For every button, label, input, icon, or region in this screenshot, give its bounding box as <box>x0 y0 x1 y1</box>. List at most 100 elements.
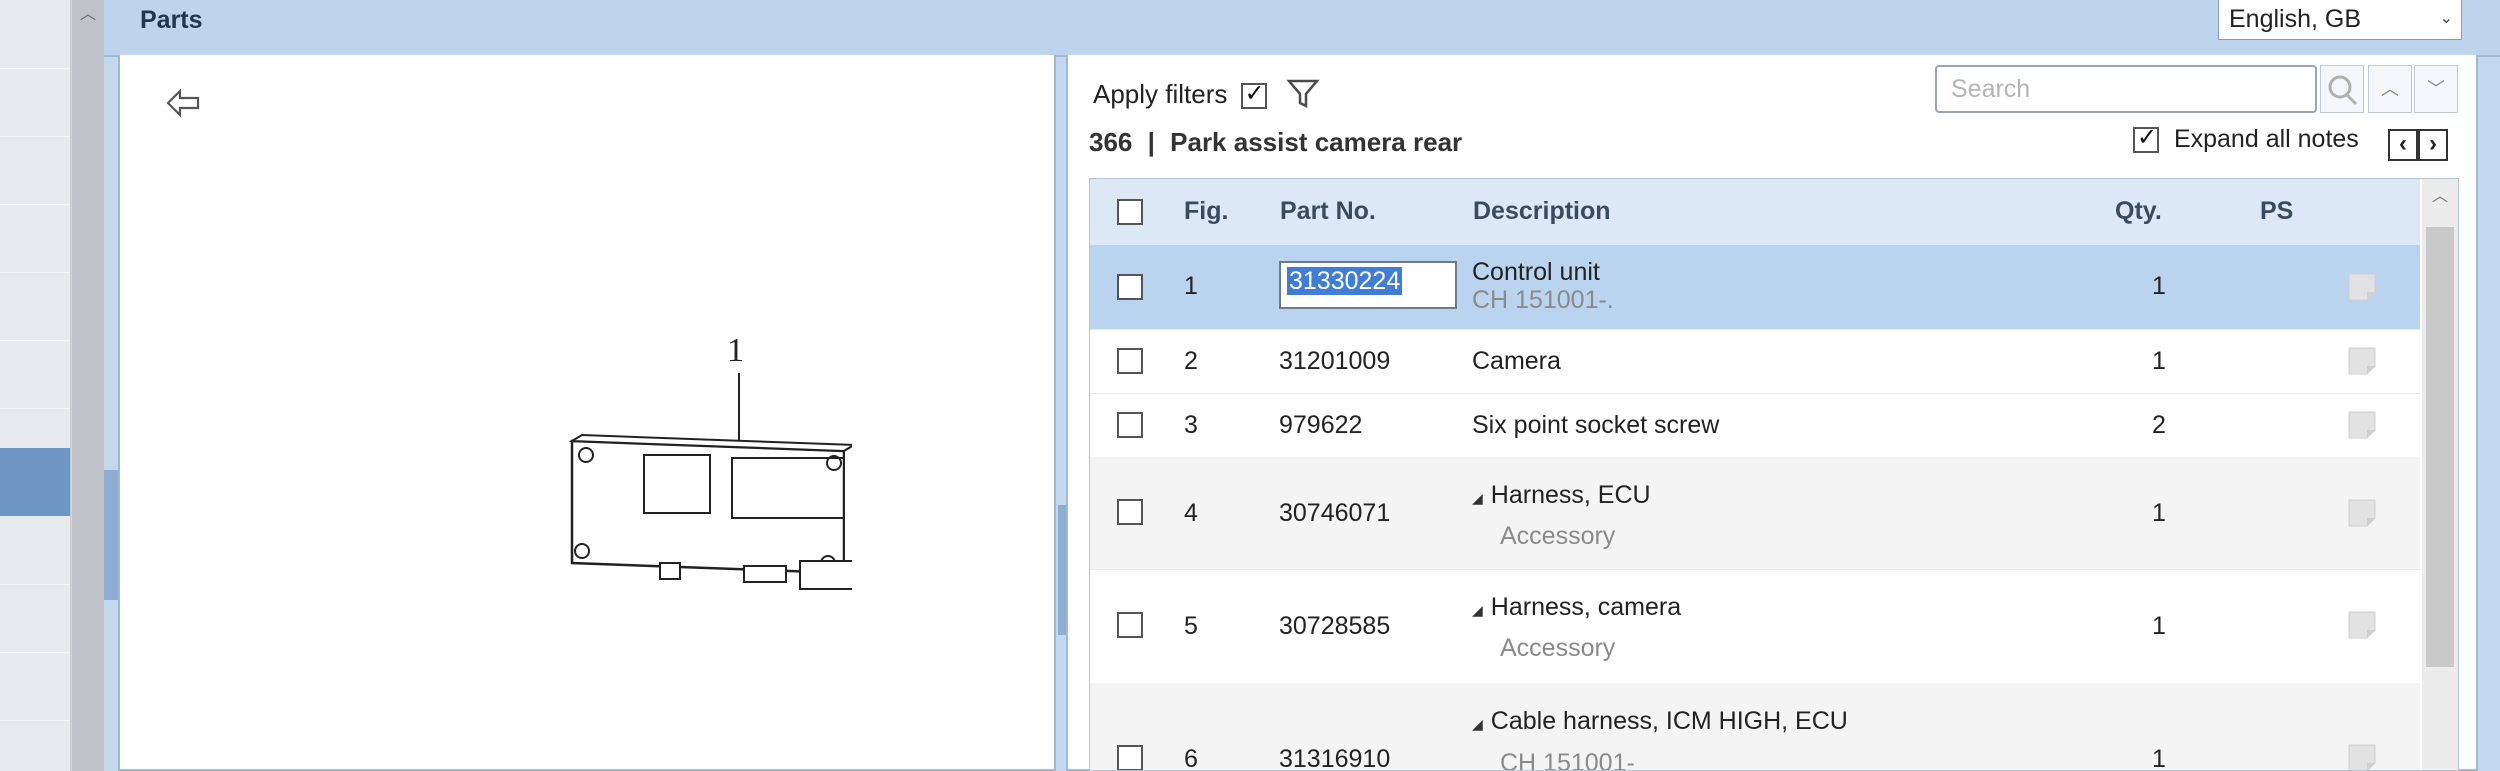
row-checkbox[interactable] <box>1117 612 1143 638</box>
expand-notes-toggle[interactable]: Expand all notes <box>2133 123 2359 154</box>
row-checkbox[interactable] <box>1117 745 1143 770</box>
row-qty: 1 <box>2152 272 2166 300</box>
section-number: 366 <box>1089 127 1133 157</box>
partno-value: 31330224 <box>1287 267 1403 295</box>
row-description: Harness, ECU <box>1490 481 1651 509</box>
search-previous-button[interactable]: ︿ <box>2368 65 2412 113</box>
part-illustration[interactable]: 1 <box>482 273 861 613</box>
search-next-button[interactable]: ﹀ <box>2414 65 2458 113</box>
table-row[interactable]: 6 31316910 ◢ Cable harness, ICM HIGH, ECU… <box>1090 683 2420 771</box>
row-note: CH 151001-. <box>1472 286 1614 314</box>
note-icon[interactable] <box>2347 410 2377 440</box>
section-heading: 366 | Park assist camera rear <box>1089 127 1462 158</box>
chevron-down-icon: ⌄ <box>2439 10 2453 27</box>
row-description-wrap: ◢ Harness, camera <box>1472 593 1681 622</box>
row-qty: 1 <box>2152 499 2166 527</box>
previous-section-button[interactable]: ‹ <box>2388 129 2418 161</box>
table-row[interactable]: 5 30728585 ◢ Harness, camera Accessory 1 <box>1090 569 2420 684</box>
apply-filters-checkbox[interactable] <box>1240 79 1267 110</box>
search-button[interactable] <box>2320 65 2364 113</box>
nav-item[interactable] <box>0 0 70 69</box>
nav-item[interactable] <box>0 584 70 653</box>
table-scrollbar[interactable]: ︿ <box>2422 179 2458 770</box>
row-fig: 3 <box>1184 411 1198 439</box>
expand-triangle-icon[interactable]: ◢ <box>1472 716 1483 732</box>
back-button[interactable] <box>164 83 204 123</box>
nav-item[interactable] <box>0 272 70 341</box>
apply-filters-toggle[interactable]: Apply filters <box>1093 79 1267 110</box>
col-description[interactable]: Description <box>1473 197 1611 226</box>
row-checkbox[interactable] <box>1117 412 1143 438</box>
note-icon[interactable] <box>2347 498 2377 528</box>
nav-item-selected[interactable] <box>0 448 70 516</box>
expand-triangle-icon[interactable]: ◢ <box>1472 490 1483 506</box>
expand-notes-checkbox[interactable] <box>2133 123 2159 154</box>
nav-item[interactable] <box>0 204 70 273</box>
table-row[interactable]: 2 31201009 Camera 1 <box>1090 329 2420 394</box>
row-partno[interactable]: 30746071 <box>1279 499 1390 528</box>
scroll-thumb[interactable] <box>2426 227 2454 667</box>
table-header: Fig. Part No. Description Qty. PS <box>1090 179 2420 246</box>
row-fig: 4 <box>1184 499 1198 527</box>
row-checkbox[interactable] <box>1117 274 1143 300</box>
parts-header-bar: Parts English, GB ⌄ <box>104 0 2500 57</box>
parts-table: Fig. Part No. Description Qty. PS 1 3133… <box>1089 178 2459 771</box>
chevron-up-icon: ︿ <box>2381 79 2399 99</box>
row-partno[interactable]: 30728585 <box>1279 612 1390 641</box>
nav-item[interactable] <box>0 652 70 721</box>
search-input[interactable]: Search <box>1935 65 2317 113</box>
parts-list-panel: Apply filters Search ︿ ﹀ 366 | Park assi… <box>1066 55 2478 771</box>
col-qty[interactable]: Qty. <box>2115 197 2162 226</box>
language-value: English, GB <box>2229 5 2362 33</box>
expand-triangle-icon[interactable]: ◢ <box>1472 602 1483 618</box>
next-section-button[interactable]: › <box>2418 129 2448 161</box>
table-row[interactable]: 3 979622 Six point socket screw 2 <box>1090 393 2420 458</box>
row-fig: 2 <box>1184 347 1198 375</box>
back-arrow-icon <box>166 88 200 118</box>
nav-item[interactable] <box>0 136 70 205</box>
filter-button[interactable] <box>1286 77 1320 111</box>
table-row[interactable]: 4 30746071 ◢ Harness, ECU Accessory 1 <box>1090 457 2420 570</box>
rail-scrollbar[interactable]: ︿ <box>72 0 104 771</box>
section-separator: | <box>1147 127 1155 157</box>
note-icon[interactable] <box>2347 743 2377 771</box>
note-icon[interactable] <box>2347 346 2377 376</box>
row-note: Accessory <box>1500 522 1616 550</box>
language-select[interactable]: English, GB ⌄ <box>2218 0 2462 40</box>
callout-number[interactable]: 1 <box>727 332 744 369</box>
chevron-up-icon[interactable]: ︿ <box>76 0 100 24</box>
note-icon[interactable] <box>2347 272 2377 302</box>
note-icon[interactable] <box>2347 610 2377 640</box>
col-fig[interactable]: Fig. <box>1184 197 1228 226</box>
collapse-left-handle[interactable] <box>104 470 118 600</box>
search-icon <box>2328 75 2358 106</box>
table-row[interactable]: 1 31330224 Control unit CH 151001-. 1 <box>1090 245 2420 330</box>
row-qty: 1 <box>2152 347 2166 375</box>
nav-item[interactable] <box>0 340 70 409</box>
row-description: Control unit <box>1472 258 1600 286</box>
row-checkbox[interactable] <box>1117 499 1143 525</box>
nav-item[interactable] <box>0 516 70 585</box>
left-nav-rail <box>0 0 71 771</box>
row-partno[interactable]: 31316910 <box>1279 745 1390 770</box>
partno-field[interactable]: 31330224 <box>1279 261 1457 309</box>
select-all-checkbox[interactable] <box>1117 199 1143 225</box>
col-partno[interactable]: Part No. <box>1280 197 1376 226</box>
chevron-up-icon[interactable]: ︿ <box>2422 179 2458 219</box>
row-description-wrap: ◢ Harness, ECU <box>1472 481 1651 510</box>
chevron-left-icon: ‹ <box>2399 130 2407 157</box>
row-partno[interactable]: 979622 <box>1279 411 1362 440</box>
row-partno[interactable]: 31201009 <box>1279 347 1390 376</box>
row-qty: 1 <box>2152 745 2166 771</box>
panel-title: Parts <box>140 6 203 34</box>
illustration-panel: 1 <box>118 55 1056 771</box>
row-description: Harness, camera <box>1490 593 1682 621</box>
nav-item[interactable] <box>0 68 70 137</box>
col-ps[interactable]: PS <box>2260 197 2293 226</box>
row-fig: 5 <box>1184 612 1198 640</box>
row-qty: 1 <box>2152 612 2166 640</box>
row-note: Accessory <box>1500 634 1616 662</box>
row-description: Camera <box>1472 347 1561 375</box>
row-checkbox[interactable] <box>1117 348 1143 374</box>
row-fig: 1 <box>1184 272 1198 300</box>
